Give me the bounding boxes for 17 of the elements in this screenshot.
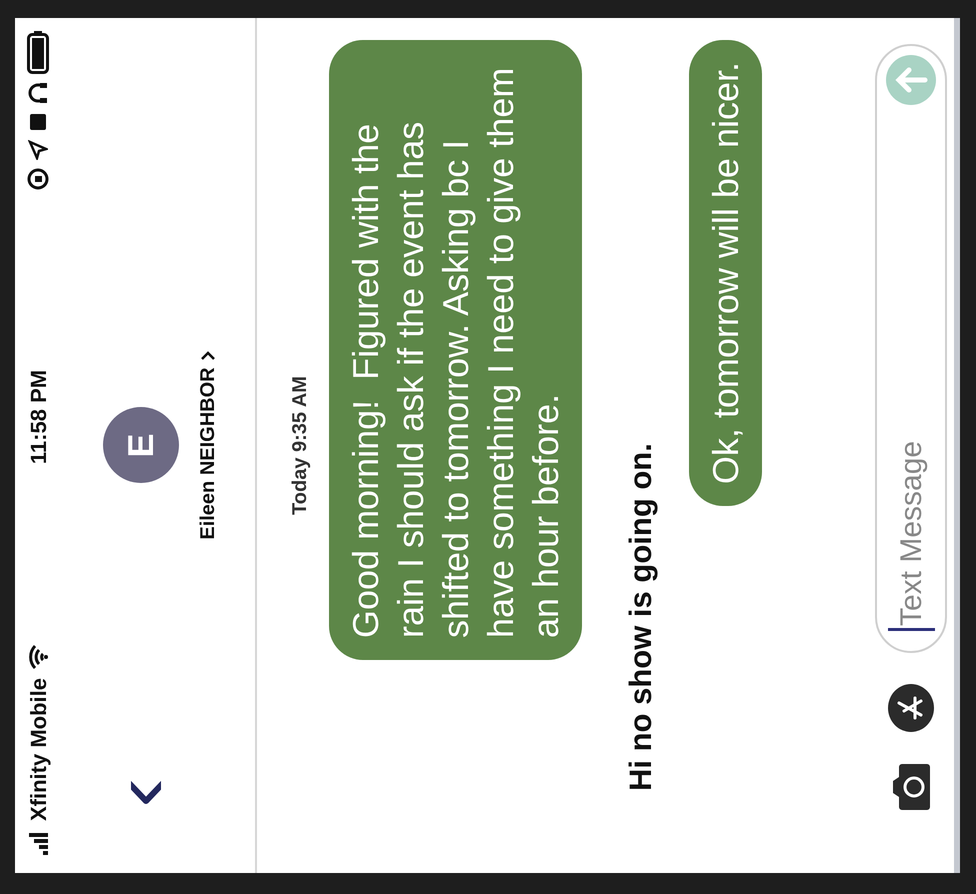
wifi-icon xyxy=(28,644,48,670)
message-bubble: Ok, tomorrow will be nicer. xyxy=(688,40,762,506)
app-store-icon[interactable] xyxy=(887,683,935,733)
clock-time: 11:58 PM xyxy=(24,370,52,464)
contact-name[interactable]: Eileen NEIGHBOR xyxy=(193,367,223,540)
battery-icon xyxy=(27,30,49,74)
headphones-icon xyxy=(28,82,48,104)
message-timestamp: Today 9:35 AM xyxy=(289,376,311,515)
carrier-name: Xfinity Mobile xyxy=(24,678,52,821)
location-icon xyxy=(28,140,48,160)
chevron-right-icon[interactable] xyxy=(200,351,216,362)
message-input-field[interactable]: Text Message xyxy=(875,44,947,653)
contact-avatar[interactable]: E xyxy=(103,408,179,484)
message-bubble: Good morning! Figured with the rain I should ask if the event has shifted to tomorrow. Asking bc I have something I need to give them an hour before. xyxy=(329,40,582,660)
camera-icon[interactable] xyxy=(891,763,931,811)
message-text: Hi no show is going on. xyxy=(622,442,659,791)
text-input[interactable]: Text Message xyxy=(888,106,934,631)
